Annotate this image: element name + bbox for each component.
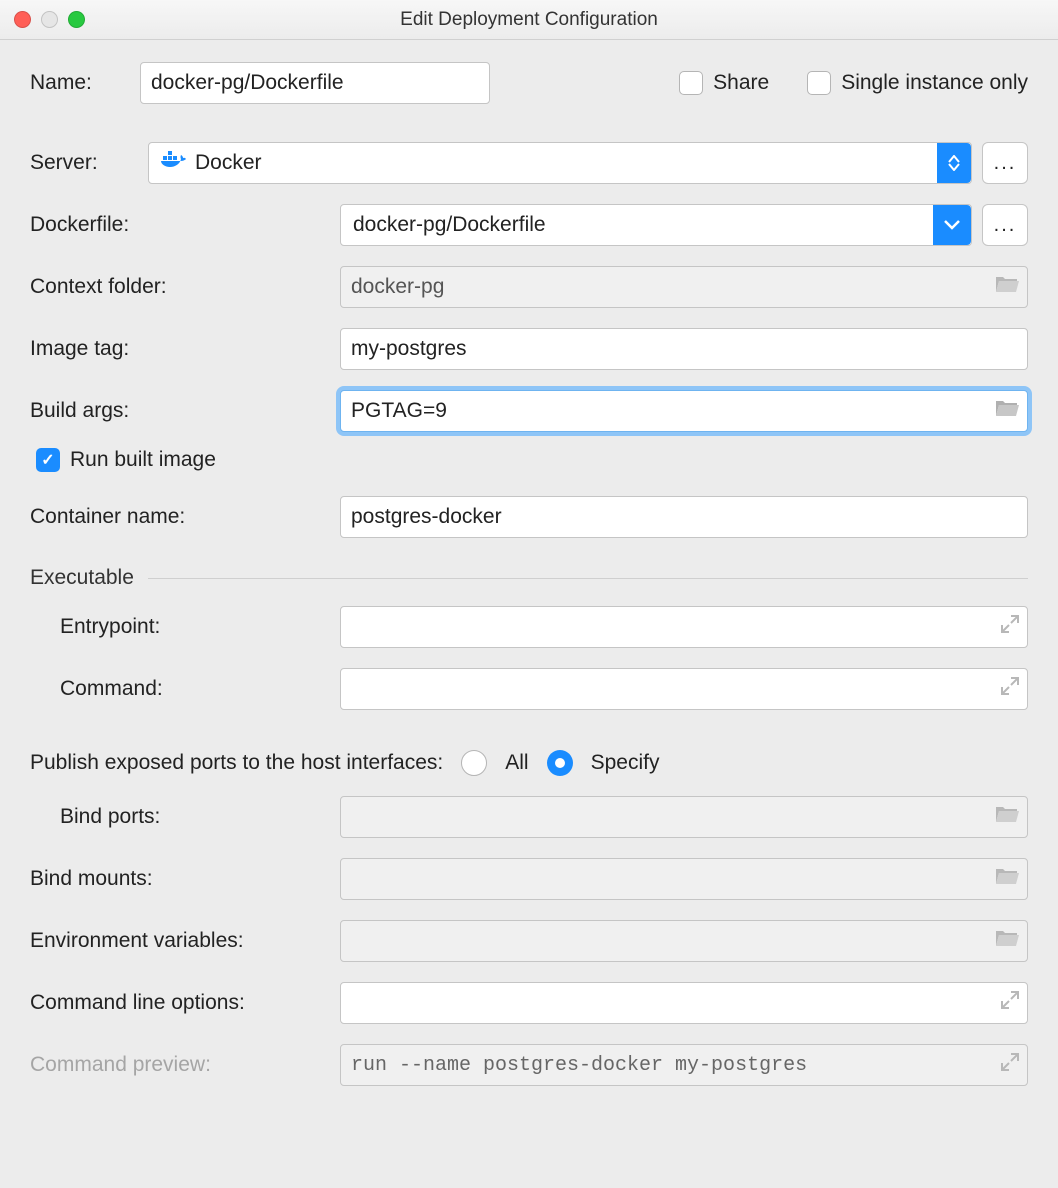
bind-mounts-field[interactable] (340, 858, 1028, 900)
env-vars-field[interactable] (340, 920, 1028, 962)
dockerfile-label: Dockerfile: (30, 213, 330, 237)
server-select[interactable]: Docker (148, 142, 972, 184)
run-built-image-checkbox[interactable] (36, 448, 60, 472)
ports-specify-radio[interactable] (547, 750, 573, 776)
build-args-label: Build args: (30, 399, 330, 423)
publish-ports-label: Publish exposed ports to the host interf… (30, 751, 443, 775)
env-vars-input[interactable] (351, 929, 1017, 953)
executable-heading: Executable (30, 566, 134, 590)
command-preview-value: run --name postgres-docker my-postgres (351, 1054, 807, 1077)
expand-icon[interactable] (1001, 991, 1019, 1015)
updown-icon (937, 143, 971, 183)
single-instance-checkbox[interactable] (807, 71, 831, 95)
build-args-input[interactable] (351, 399, 1017, 423)
folder-icon[interactable] (995, 274, 1019, 300)
image-tag-label: Image tag: (30, 337, 330, 361)
expand-icon[interactable] (1001, 615, 1019, 639)
ports-all-radio[interactable] (461, 750, 487, 776)
dockerfile-value: docker-pg/Dockerfile (353, 213, 546, 237)
expand-icon[interactable] (1001, 677, 1019, 701)
share-label: Share (713, 71, 769, 95)
server-label: Server: (30, 151, 138, 175)
context-folder-label: Context folder: (30, 275, 330, 299)
entrypoint-field[interactable] (340, 606, 1028, 648)
server-more-button[interactable]: ... (982, 142, 1028, 184)
dialog-content: Name: Share Single instance only Server:… (0, 40, 1058, 1096)
titlebar: Edit Deployment Configuration (0, 0, 1058, 40)
container-name-input[interactable] (351, 505, 1017, 529)
run-built-image-label: Run built image (70, 448, 216, 472)
bind-ports-label: Bind ports: (60, 805, 330, 829)
cli-options-label: Command line options: (30, 991, 330, 1015)
command-field[interactable] (340, 668, 1028, 710)
name-label: Name: (30, 71, 130, 95)
folder-icon[interactable] (995, 866, 1019, 892)
context-folder-field[interactable] (340, 266, 1028, 308)
command-label: Command: (60, 677, 330, 701)
ports-specify-label: Specify (591, 751, 660, 775)
image-tag-input[interactable] (351, 337, 1017, 361)
context-folder-input[interactable] (351, 275, 1017, 299)
bind-mounts-label: Bind mounts: (30, 867, 330, 891)
ports-all-label: All (505, 751, 528, 775)
entrypoint-input[interactable] (351, 615, 1017, 639)
chevron-down-icon (933, 205, 971, 245)
entrypoint-label: Entrypoint: (60, 615, 330, 639)
command-input[interactable] (351, 677, 1017, 701)
cli-options-input[interactable] (351, 991, 1017, 1015)
server-value: Docker (195, 151, 262, 175)
folder-icon[interactable] (995, 398, 1019, 424)
divider (148, 578, 1028, 579)
command-preview-label: Command preview: (30, 1053, 330, 1077)
folder-icon[interactable] (995, 804, 1019, 830)
docker-icon (161, 150, 195, 176)
command-preview-field: run --name postgres-docker my-postgres (340, 1044, 1028, 1086)
share-checkbox[interactable] (679, 71, 703, 95)
bind-mounts-input[interactable] (351, 867, 1017, 891)
env-vars-label: Environment variables: (30, 929, 330, 953)
expand-icon[interactable] (1001, 1053, 1019, 1077)
folder-icon[interactable] (995, 928, 1019, 954)
bind-ports-input[interactable] (351, 805, 1017, 829)
dockerfile-combo[interactable]: docker-pg/Dockerfile (340, 204, 972, 246)
name-input[interactable] (140, 62, 490, 104)
build-args-field[interactable] (340, 390, 1028, 432)
dockerfile-browse-button[interactable]: ... (982, 204, 1028, 246)
single-instance-label: Single instance only (841, 71, 1028, 95)
image-tag-field[interactable] (340, 328, 1028, 370)
window-title: Edit Deployment Configuration (0, 9, 1058, 31)
cli-options-field[interactable] (340, 982, 1028, 1024)
bind-ports-field[interactable] (340, 796, 1028, 838)
container-name-field[interactable] (340, 496, 1028, 538)
container-name-label: Container name: (30, 505, 330, 529)
